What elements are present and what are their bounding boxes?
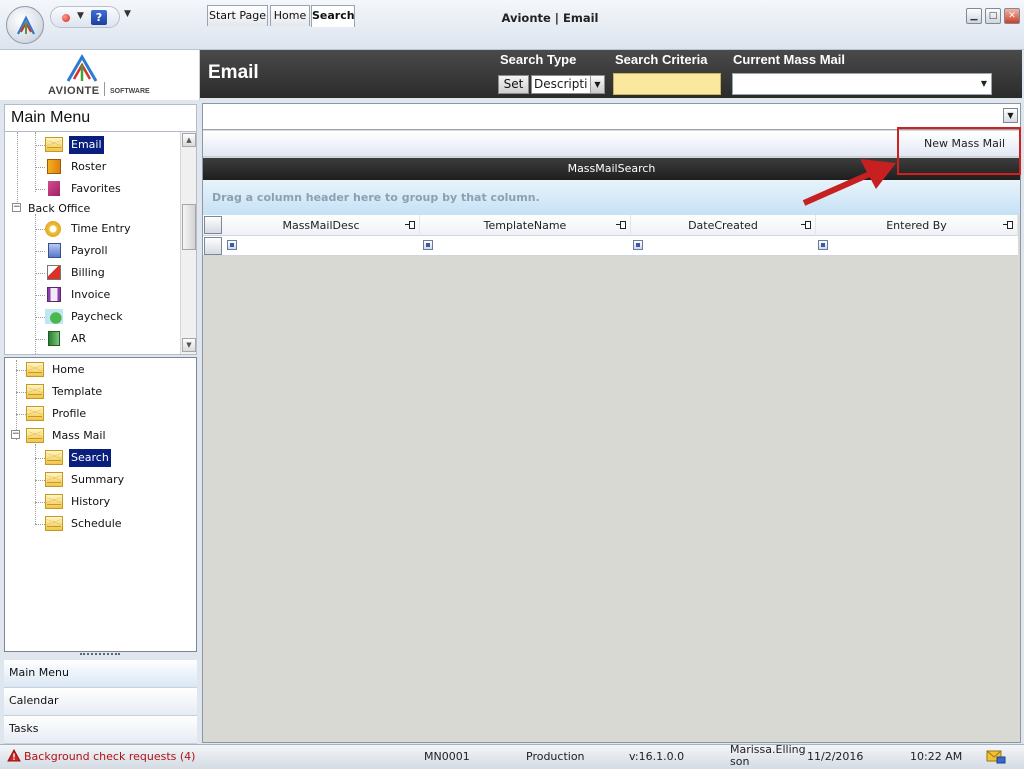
- warning-icon: [7, 749, 21, 762]
- envelope-icon: [26, 428, 44, 443]
- clear-filter-icon[interactable]: [204, 237, 222, 255]
- search-criteria-input[interactable]: [613, 73, 721, 95]
- main-menu-tree: Email Roster Favorites − Back Office Tim…: [4, 131, 197, 355]
- title-bar: [0, 0, 1024, 50]
- status-version: v:16.1.0.0: [629, 750, 685, 763]
- email-tree: Home Template Profile − Mass Mail Search…: [4, 357, 197, 652]
- tree-scrollbar[interactable]: ▲ ▼: [180, 132, 196, 354]
- search-type-value: Descripti: [534, 77, 588, 91]
- status-bar: Background check requests (4) MN0001 Pro…: [0, 744, 1024, 769]
- company-logo: AVIONTE SOFTWARE: [0, 50, 200, 100]
- column-massmaildesc[interactable]: MassMailDesc: [223, 215, 420, 236]
- paycheck-icon: [45, 309, 63, 324]
- roster-icon: [47, 159, 61, 174]
- tab-search[interactable]: Search: [311, 5, 355, 27]
- filter-entered-by-icon[interactable]: [818, 240, 828, 250]
- grid-column-headers: MassMailDesc TemplateName DateCreated En…: [203, 215, 1018, 236]
- tab-home[interactable]: Home: [270, 5, 310, 26]
- status-code: MN0001: [424, 750, 470, 763]
- column-chooser-icon[interactable]: [204, 216, 222, 234]
- tab-list-chevron-down-icon[interactable]: ▼: [1003, 108, 1018, 123]
- scrollbar-thumb[interactable]: [182, 204, 196, 250]
- maximize-button[interactable]: □: [985, 8, 1001, 24]
- column-entered-by[interactable]: Entered By: [816, 215, 1018, 236]
- close-button[interactable]: ✕: [1004, 8, 1020, 24]
- scroll-down-icon[interactable]: ▼: [182, 338, 196, 352]
- group-by-hint: Drag a column header here to group by th…: [212, 191, 540, 204]
- time-entry-icon: [45, 221, 61, 237]
- pin-icon[interactable]: [1003, 221, 1013, 229]
- status-environment: Production: [526, 750, 585, 763]
- envelope-icon: [26, 384, 44, 399]
- main-menu-title: Main Menu: [11, 109, 91, 126]
- splitter-grip[interactable]: [80, 653, 120, 657]
- status-user: Marissa.Elling son: [730, 743, 806, 768]
- collapse-icon[interactable]: −: [12, 203, 21, 212]
- scroll-up-icon[interactable]: ▲: [182, 133, 196, 147]
- search-type-select[interactable]: Descripti ▼: [531, 75, 605, 94]
- ar-icon: [48, 331, 60, 346]
- search-criteria-label: Search Criteria: [615, 52, 708, 67]
- pin-icon[interactable]: [405, 221, 415, 229]
- favorites-icon: [48, 181, 60, 196]
- tab-start-page[interactable]: Start Page: [207, 5, 268, 26]
- annotation-arrow-icon: [802, 159, 896, 206]
- envelope-icon: [45, 472, 63, 487]
- status-time: 10:22 AM: [910, 750, 963, 763]
- status-date: 11/2/2016: [807, 750, 864, 763]
- column-datecreated[interactable]: DateCreated: [631, 215, 816, 236]
- current-mass-mail-label: Current Mass Mail: [733, 52, 845, 67]
- envelope-icon: [26, 406, 44, 421]
- notification-icon[interactable]: [986, 749, 1006, 764]
- current-mass-mail-select[interactable]: ▼: [732, 73, 992, 95]
- page-header: Email Search Type Search Criteria Curren…: [200, 50, 1022, 98]
- pin-icon[interactable]: [801, 221, 811, 229]
- collapse-icon[interactable]: −: [11, 430, 20, 439]
- filter-massmaildesc-icon[interactable]: [227, 240, 237, 250]
- envelope-icon: [45, 450, 63, 465]
- filter-datecreated-icon[interactable]: [633, 240, 643, 250]
- filter-templatename-icon[interactable]: [423, 240, 433, 250]
- column-templatename[interactable]: TemplateName: [420, 215, 631, 236]
- chevron-down-icon[interactable]: ▼: [590, 76, 604, 93]
- envelope-icon: [45, 494, 63, 509]
- nav-main-menu-button[interactable]: Main Menu: [4, 660, 197, 688]
- minimize-button[interactable]: ▁: [966, 8, 982, 24]
- billing-icon: [47, 265, 61, 280]
- envelope-icon: [26, 362, 44, 377]
- nav-tasks-button[interactable]: Tasks: [4, 716, 197, 744]
- highlight-box: [897, 127, 1021, 175]
- logo-name: AVIONTE: [48, 85, 100, 97]
- invoice-icon: [47, 287, 61, 302]
- main-menu-header: Main Menu: [4, 104, 197, 131]
- chevron-down-icon[interactable]: ▼: [981, 79, 987, 88]
- search-type-label: Search Type: [500, 52, 577, 67]
- background-check-alert[interactable]: Background check requests (4): [24, 750, 195, 763]
- nav-calendar-button[interactable]: Calendar: [4, 688, 197, 716]
- envelope-icon: [45, 516, 63, 531]
- payroll-icon: [48, 243, 61, 258]
- page-title: Email: [208, 62, 259, 83]
- pin-icon[interactable]: [616, 221, 626, 229]
- logo-sub: SOFTWARE: [110, 88, 150, 95]
- set-button[interactable]: Set: [498, 75, 529, 94]
- envelope-icon: [45, 137, 63, 152]
- grid-filter-row: [203, 236, 1018, 256]
- avionte-mark-icon: [66, 54, 98, 82]
- window-title: Avionte | Email: [501, 11, 599, 25]
